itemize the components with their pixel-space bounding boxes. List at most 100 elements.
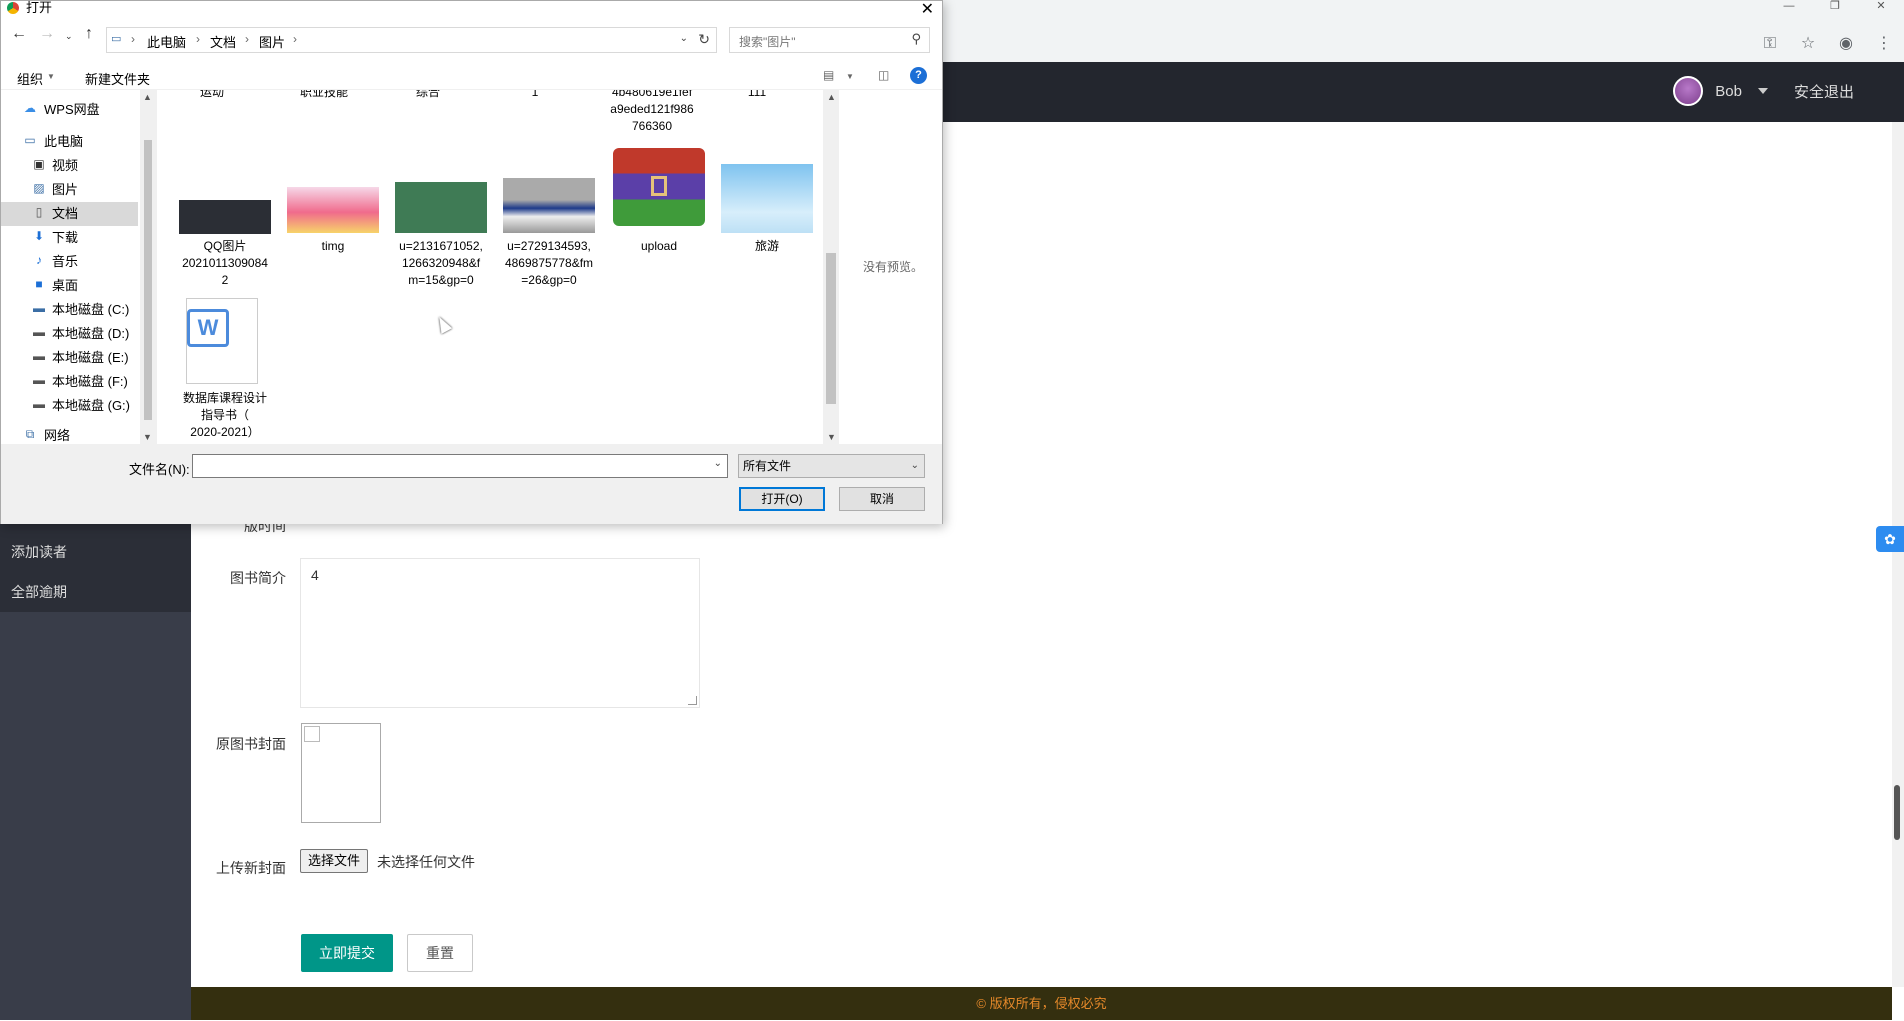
- intro-label: 图书简介: [230, 570, 286, 586]
- breadcrumb-documents[interactable]: 文档: [210, 32, 236, 51]
- nav-item-wps[interactable]: ☁ WPS网盘: [1, 98, 138, 122]
- nav-item-music[interactable]: ♪ 音乐: [1, 250, 138, 274]
- reset-button[interactable]: 重置: [407, 934, 473, 972]
- preview-pane-icon[interactable]: ◫: [878, 68, 889, 82]
- filetype-value: 所有文件: [743, 459, 792, 473]
- winrar-archive-icon: [613, 148, 705, 226]
- scroll-down-icon[interactable]: ▼: [827, 432, 836, 442]
- refresh-icon[interactable]: ↻: [698, 31, 710, 48]
- logout-link[interactable]: 安全退出: [1794, 81, 1854, 102]
- scrollbar-thumb[interactable]: [144, 140, 152, 420]
- page-scrollbar[interactable]: [1892, 122, 1904, 987]
- scroll-down-icon[interactable]: ▼: [143, 432, 152, 442]
- choose-file-button[interactable]: 选择文件: [300, 849, 369, 873]
- scrollbar-thumb[interactable]: [826, 253, 836, 404]
- scroll-up-icon[interactable]: ▲: [143, 92, 152, 102]
- organize-menu[interactable]: 组织: [17, 69, 43, 88]
- sidebar-item-all-overdue[interactable]: 全部逾期: [11, 582, 67, 602]
- desktop-icon: ■: [35, 277, 43, 291]
- qq-image-thumbnail: [179, 200, 271, 234]
- nav-label: 视频: [52, 158, 79, 173]
- folder-item[interactable]: 111: [722, 90, 792, 101]
- nav-item-desktop[interactable]: ■ 桌面: [1, 274, 138, 298]
- chevron-down-icon[interactable]: ⌄: [680, 33, 688, 44]
- chevron-down-icon[interactable]: ⌄: [714, 458, 722, 469]
- nav-item-this-pc[interactable]: ▭ 此电脑: [1, 130, 138, 154]
- star-icon[interactable]: ☆: [1796, 32, 1820, 56]
- nav-item-downloads[interactable]: ⬇ 下载: [1, 226, 138, 250]
- close-window-button[interactable]: ✕: [1858, 0, 1904, 14]
- folder-item[interactable]: 1: [500, 90, 570, 101]
- filename-input[interactable]: ⌄: [192, 454, 728, 478]
- intro-value: 4: [311, 567, 319, 583]
- filetype-select[interactable]: 所有文件 ⌄: [738, 454, 925, 478]
- forward-arrow-icon[interactable]: →: [39, 25, 55, 43]
- cloud-icon: ☁: [24, 101, 36, 115]
- scroll-up-icon[interactable]: ▲: [827, 92, 836, 102]
- file-item[interactable]: u=2131671052, 1266320948&f m=15&gp=0: [391, 238, 491, 289]
- chevron-down-icon[interactable]: ▼: [47, 72, 55, 81]
- restore-button[interactable]: ❐: [1812, 0, 1858, 14]
- chevron-down-icon[interactable]: [1757, 88, 1768, 94]
- file-item[interactable]: 数据库课程设计 指导书（ 2020-2021）: [175, 390, 275, 441]
- chevron-down-icon[interactable]: ▼: [846, 72, 854, 81]
- breadcrumb-pc[interactable]: 此电脑: [147, 32, 186, 51]
- submit-button[interactable]: 立即提交: [301, 934, 393, 972]
- file-item[interactable]: upload: [609, 238, 709, 255]
- file-item[interactable]: 4b480619e1fef a9eded121f986 766360: [602, 90, 702, 135]
- file-item[interactable]: 旅游: [717, 238, 817, 255]
- file-item[interactable]: u=2729134593, 4869875778&fm =26&gp=0: [499, 238, 599, 289]
- dialog-titlebar: 打开 ✕: [1, 1, 942, 18]
- minimize-button[interactable]: —: [1766, 0, 1812, 14]
- crumb-separator: ›: [131, 32, 135, 46]
- nav-item-drive-c[interactable]: ▬ 本地磁盘 (C:): [1, 298, 138, 322]
- back-arrow-icon[interactable]: ←: [11, 25, 27, 43]
- nav-item-videos[interactable]: ▣ 视频: [1, 154, 138, 178]
- nav-item-drive-e[interactable]: ▬ 本地磁盘 (E:): [1, 346, 138, 370]
- search-icon[interactable]: ⚲: [911, 31, 921, 47]
- nav-label: WPS网盘: [44, 102, 100, 117]
- search-input[interactable]: 搜索"图片" ⚲: [729, 27, 930, 53]
- file-list-scrollbar[interactable]: ▲ ▼: [823, 90, 839, 444]
- nav-scrollbar[interactable]: ▲ ▼: [140, 90, 156, 444]
- chevron-down-icon[interactable]: ⌄: [911, 455, 919, 477]
- address-path[interactable]: ▭ › 此电脑 › 文档 › 图片 › ⌄ ↻: [106, 27, 717, 53]
- nav-label: 文档: [52, 206, 79, 221]
- nav-item-drive-g[interactable]: ▬ 本地磁盘 (G:): [1, 394, 138, 418]
- floating-tool-icon[interactable]: ✿: [1876, 526, 1904, 552]
- open-button[interactable]: 打开(O): [739, 487, 825, 511]
- avatar[interactable]: [1673, 76, 1704, 106]
- dialog-toolbar: 组织 ▼ 新建文件夹 ▤ ▼ ◫ ?: [1, 64, 942, 90]
- username[interactable]: Bob: [1715, 83, 1742, 100]
- view-mode-icon[interactable]: ▤: [823, 68, 834, 82]
- help-icon[interactable]: ?: [910, 67, 927, 84]
- folder-item[interactable]: 综合: [393, 90, 463, 101]
- broken-image-icon: [304, 726, 320, 742]
- menu-icon[interactable]: ⋮: [1872, 32, 1896, 56]
- breadcrumb-pictures[interactable]: 图片: [259, 32, 285, 51]
- key-icon[interactable]: ⚿: [1758, 32, 1782, 56]
- recent-dropdown-icon[interactable]: ⌄: [65, 31, 73, 42]
- scrollbar-thumb[interactable]: [1894, 785, 1900, 840]
- nav-item-documents[interactable]: ▯ 文档: [1, 202, 138, 226]
- intro-textarea[interactable]: 4: [300, 558, 700, 708]
- nav-item-pictures[interactable]: ▨ 图片: [1, 178, 138, 202]
- folder-item[interactable]: 运动: [177, 90, 247, 101]
- chrome-icon: [7, 2, 19, 14]
- nav-label: 网络: [44, 428, 71, 443]
- cancel-button[interactable]: 取消: [839, 487, 925, 511]
- upload-label: 上传新封面: [216, 860, 286, 876]
- profile-icon[interactable]: ◉: [1834, 32, 1858, 56]
- file-item[interactable]: QQ图片 2021011309084 2: [175, 238, 275, 289]
- file-item[interactable]: timg: [283, 238, 383, 255]
- user-menu[interactable]: Bob 安全退出: [1673, 76, 1854, 106]
- new-folder-button[interactable]: 新建文件夹: [85, 69, 150, 88]
- folder-item[interactable]: 职业技能: [284, 90, 364, 101]
- sneaker-image-thumbnail: [503, 178, 595, 233]
- picture-icon: ▨: [33, 181, 45, 195]
- nav-item-drive-f[interactable]: ▬ 本地磁盘 (F:): [1, 370, 138, 394]
- up-arrow-icon[interactable]: ↑: [85, 25, 93, 43]
- nav-item-drive-d[interactable]: ▬ 本地磁盘 (D:): [1, 322, 138, 346]
- sidebar-item-add-reader[interactable]: 添加读者: [11, 542, 67, 562]
- wps-document-icon: W: [186, 298, 258, 384]
